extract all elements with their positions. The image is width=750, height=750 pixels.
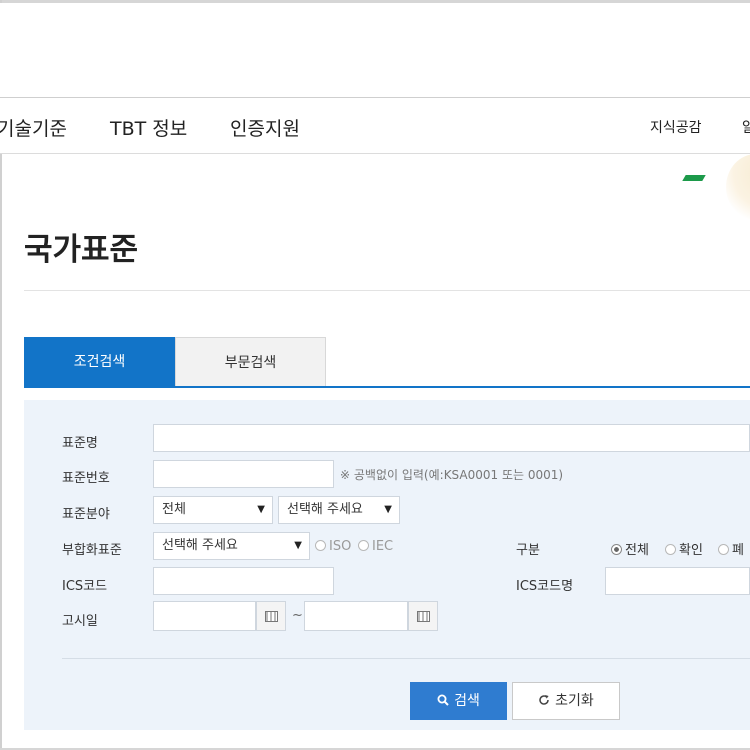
date-range-separator: ~ xyxy=(292,608,303,623)
class-radio-confirmed[interactable]: 확인 xyxy=(665,539,703,558)
date-from-calendar-button[interactable] xyxy=(256,601,286,631)
tab-category-search[interactable]: 부문검색 xyxy=(175,337,326,387)
class-radio-all-label: 전체 xyxy=(625,543,649,558)
page-title: 국가표준 xyxy=(24,232,139,268)
decorative-dash xyxy=(682,175,706,181)
calendar-icon xyxy=(265,611,278,622)
adopted-select-value: 선택해 주세요 xyxy=(162,538,238,553)
class-radio-all[interactable]: 전체 xyxy=(611,539,649,558)
radio-dot-icon xyxy=(358,540,369,551)
nav-item-certification[interactable]: 인증지원 xyxy=(230,114,300,141)
field-sub-select-arrow-icon: ▼ xyxy=(384,504,392,515)
ics-name-input[interactable] xyxy=(605,567,750,595)
form-divider xyxy=(62,658,750,659)
radio-dot-icon xyxy=(611,544,622,555)
adopted-iso-radio[interactable]: ISO xyxy=(315,539,351,554)
search-button-label: 검색 xyxy=(454,693,480,709)
radio-dot-icon xyxy=(718,544,729,555)
std-no-hint: ※ 공백없이 입력(예:KSA0001 또는 0001) xyxy=(340,468,564,482)
class-radio-abolished[interactable]: 폐 xyxy=(718,539,744,558)
search-icon xyxy=(437,682,449,720)
field-select[interactable]: 전체 ▼ xyxy=(153,496,273,524)
title-divider xyxy=(24,290,750,291)
calendar-icon xyxy=(417,611,430,622)
adopted-iso-label: ISO xyxy=(329,539,352,554)
ics-name-label: ICS코드명 xyxy=(516,579,574,594)
tab-condition-search[interactable]: 조건검색 xyxy=(24,337,175,387)
field-select-arrow-icon: ▼ xyxy=(257,504,265,515)
search-button[interactable]: 검색 xyxy=(410,682,507,720)
reset-button-label: 초기화 xyxy=(555,693,594,709)
tab-underline xyxy=(24,386,750,388)
class-radio-confirmed-label: 확인 xyxy=(679,543,703,558)
radio-dot-icon xyxy=(665,544,676,555)
field-select-value: 전체 xyxy=(162,502,186,517)
main-navigation: 기술기준 TBT 정보 인증지원 지식공감 알 xyxy=(0,97,750,154)
radio-dot-icon xyxy=(315,540,326,551)
adopted-select-arrow-icon: ▼ xyxy=(294,540,302,551)
std-no-label: 표준번호 xyxy=(62,471,110,486)
refresh-icon xyxy=(538,683,550,719)
ics-code-label: ICS코드 xyxy=(62,579,108,594)
date-label: 고시일 xyxy=(62,614,98,629)
date-to-input[interactable] xyxy=(304,601,408,631)
adopted-label: 부합화표준 xyxy=(62,543,122,558)
nav-item-tech-standards[interactable]: 기술기준 xyxy=(0,114,67,141)
nav-item-tbt-info[interactable]: TBT 정보 xyxy=(110,114,187,141)
class-label: 구분 xyxy=(516,543,540,558)
date-to-calendar-button[interactable] xyxy=(408,601,438,631)
search-tabs: 조건검색 부문검색 xyxy=(24,337,750,387)
class-radio-abolished-label: 폐 xyxy=(732,543,744,558)
header-area xyxy=(0,3,750,97)
adopted-iec-radio[interactable]: IEC xyxy=(358,539,393,554)
nav-util-knowledge[interactable]: 지식공감 xyxy=(650,117,702,137)
reset-button[interactable]: 초기화 xyxy=(512,682,620,720)
field-sub-select-value: 선택해 주세요 xyxy=(287,502,363,517)
std-no-input[interactable] xyxy=(153,460,334,488)
adopted-select[interactable]: 선택해 주세요 ▼ xyxy=(153,532,310,560)
field-label: 표준분야 xyxy=(62,507,110,522)
std-name-label: 표준명 xyxy=(62,436,98,451)
nav-util-cutoff[interactable]: 알 xyxy=(742,117,750,137)
adopted-iec-label: IEC xyxy=(372,539,394,554)
std-name-input[interactable] xyxy=(153,424,750,452)
ics-code-input[interactable] xyxy=(153,567,334,595)
decorative-circle xyxy=(726,154,750,220)
field-sub-select[interactable]: 선택해 주세요 ▼ xyxy=(278,496,400,524)
date-from-input[interactable] xyxy=(153,601,256,631)
